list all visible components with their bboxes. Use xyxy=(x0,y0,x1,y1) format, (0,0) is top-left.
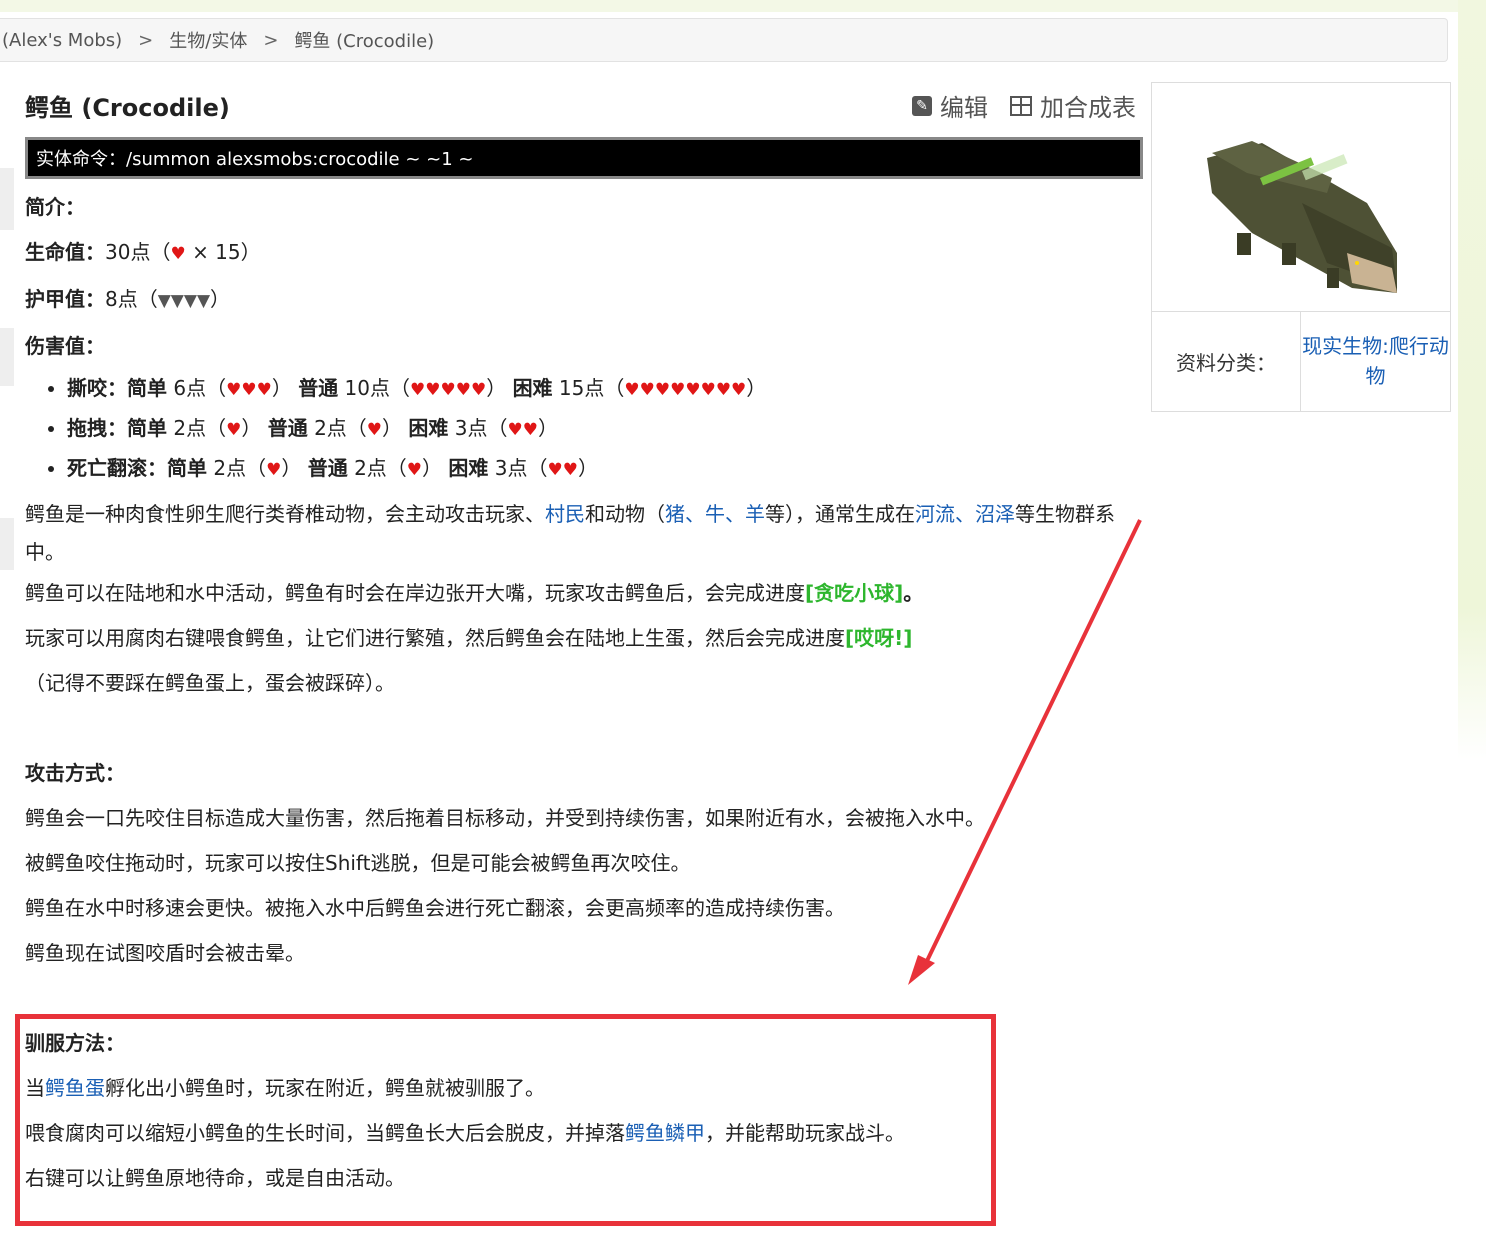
annotation-arrow xyxy=(908,519,1142,985)
